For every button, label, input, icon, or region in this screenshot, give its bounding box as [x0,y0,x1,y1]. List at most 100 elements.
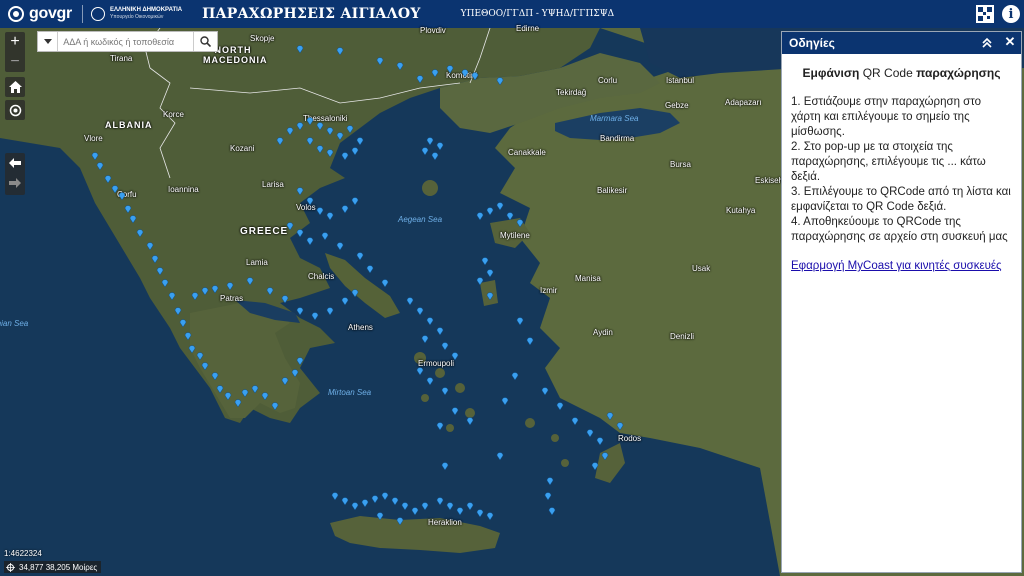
govgr-logo[interactable]: govgr [8,5,72,23]
concession-pin-icon[interactable] [296,121,304,130]
concession-pin-icon[interactable] [616,421,624,430]
concession-pin-icon[interactable] [184,331,192,340]
concession-pin-icon[interactable] [526,336,534,345]
concession-pin-icon[interactable] [168,291,176,300]
concession-pin-icon[interactable] [326,148,334,157]
concession-pin-icon[interactable] [336,131,344,140]
concession-pin-icon[interactable] [316,206,324,215]
zoom-in-button[interactable]: + [5,32,25,52]
concession-pin-icon[interactable] [376,56,384,65]
concession-pin-icon[interactable] [406,296,414,305]
concession-pin-icon[interactable] [226,281,234,290]
concession-pin-icon[interactable] [129,214,137,223]
concession-pin-icon[interactable] [306,236,314,245]
concession-pin-icon[interactable] [486,268,494,277]
concession-pin-icon[interactable] [246,276,254,285]
concession-pin-icon[interactable] [516,316,524,325]
concession-pin-icon[interactable] [251,384,259,393]
concession-pin-icon[interactable] [161,278,169,287]
concession-pin-icon[interactable] [136,228,144,237]
concession-pin-icon[interactable] [341,151,349,160]
concession-pin-icon[interactable] [191,291,199,300]
concession-pin-icon[interactable] [548,506,556,515]
concession-pin-icon[interactable] [201,286,209,295]
concession-pin-icon[interactable] [436,141,444,150]
concession-pin-icon[interactable] [416,306,424,315]
home-button[interactable] [5,77,25,97]
concession-pin-icon[interactable] [351,146,359,155]
concession-pin-icon[interactable] [586,428,594,437]
concession-pin-icon[interactable] [286,221,294,230]
concession-pin-icon[interactable] [436,496,444,505]
concession-pin-icon[interactable] [311,311,319,320]
concession-pin-icon[interactable] [601,451,609,460]
concession-pin-icon[interactable] [124,204,132,213]
concession-pin-icon[interactable] [179,318,187,327]
concession-pin-icon[interactable] [556,401,564,410]
concession-pin-icon[interactable] [326,306,334,315]
concession-pin-icon[interactable] [261,391,269,400]
concession-pin-icon[interactable] [321,231,329,240]
concession-pin-icon[interactable] [486,511,494,520]
concession-pin-icon[interactable] [431,151,439,160]
concession-pin-icon[interactable] [326,211,334,220]
concession-pin-icon[interactable] [426,136,434,145]
concession-pin-icon[interactable] [276,136,284,145]
concession-pin-icon[interactable] [316,121,324,130]
locate-button[interactable] [5,100,25,120]
collapse-panel-button[interactable] [980,36,994,50]
qr-code-button[interactable] [976,5,994,23]
concession-pin-icon[interactable] [266,286,274,295]
concession-pin-icon[interactable] [326,126,334,135]
concession-pin-icon[interactable] [91,151,99,160]
concession-pin-icon[interactable] [506,211,514,220]
concession-pin-icon[interactable] [456,506,464,515]
concession-pin-icon[interactable] [271,401,279,410]
concession-pin-icon[interactable] [546,476,554,485]
concession-pin-icon[interactable] [361,498,369,507]
concession-pin-icon[interactable] [481,256,489,265]
concession-pin-icon[interactable] [516,218,524,227]
concession-pin-icon[interactable] [296,356,304,365]
search-input[interactable] [58,33,193,50]
zoom-out-button[interactable]: − [5,52,25,72]
concession-pin-icon[interactable] [356,251,364,260]
close-panel-button[interactable]: ✕ [1003,35,1017,49]
concession-pin-icon[interactable] [381,491,389,500]
concession-pin-icon[interactable] [426,376,434,385]
concession-pin-icon[interactable] [356,136,364,145]
concession-pin-icon[interactable] [351,288,359,297]
concession-pin-icon[interactable] [286,126,294,135]
concession-pin-icon[interactable] [476,276,484,285]
concession-pin-icon[interactable] [544,491,552,500]
concession-pin-icon[interactable] [441,341,449,350]
concession-pin-icon[interactable] [296,44,304,53]
concession-pin-icon[interactable] [401,501,409,510]
concession-pin-icon[interactable] [281,294,289,303]
concession-pin-icon[interactable] [96,161,104,170]
concession-pin-icon[interactable] [341,296,349,305]
concession-pin-icon[interactable] [416,74,424,83]
concession-pin-icon[interactable] [376,511,384,520]
concession-pin-icon[interactable] [341,204,349,213]
previous-extent-button[interactable] [5,153,25,173]
concession-pin-icon[interactable] [156,266,164,275]
concession-pin-icon[interactable] [188,344,196,353]
concession-pin-icon[interactable] [336,241,344,250]
concession-pin-icon[interactable] [451,406,459,415]
concession-pin-icon[interactable] [296,186,304,195]
concession-pin-icon[interactable] [421,501,429,510]
concession-pin-icon[interactable] [606,411,614,420]
concession-pin-icon[interactable] [466,501,474,510]
concession-pin-icon[interactable] [296,306,304,315]
coordinate-readout[interactable]: 34,877 38,205 Μοίρες [4,561,102,573]
concession-pin-icon[interactable] [426,316,434,325]
concession-pin-icon[interactable] [224,391,232,400]
concession-pin-icon[interactable] [476,211,484,220]
concession-pin-icon[interactable] [196,351,204,360]
concession-pin-icon[interactable] [461,68,469,77]
concession-pin-icon[interactable] [391,496,399,505]
mycoast-app-link[interactable]: Εφαρμογή MyCoast για κινητές συσκευές [791,259,1012,274]
concession-pin-icon[interactable] [421,146,429,155]
concession-pin-icon[interactable] [331,491,339,500]
